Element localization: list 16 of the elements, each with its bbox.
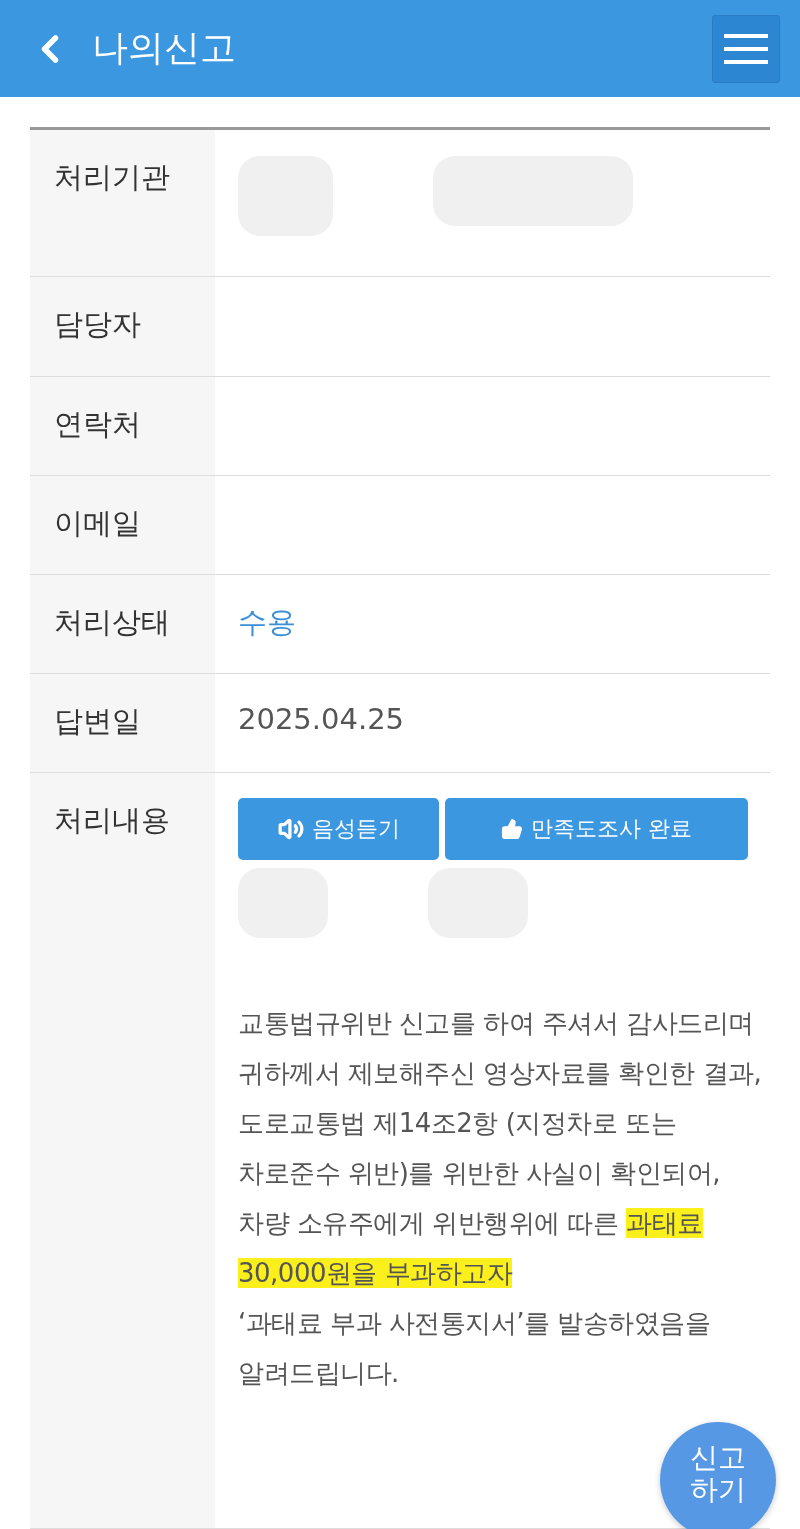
date-value: 2025.04.25: [238, 702, 406, 736]
menu-button[interactable]: [712, 14, 780, 83]
row-label-cell: 처리내용: [30, 773, 215, 1528]
speaker-icon: [277, 816, 304, 842]
thumbs-up-icon: [501, 818, 523, 840]
row-label-cell: 답변일: [30, 674, 215, 772]
row-label-cell: 처리기관: [30, 130, 215, 276]
row-label-cell: 담당자: [30, 277, 215, 376]
row-label-cell: 연락처: [30, 377, 215, 475]
report-button[interactable]: 신고 하기: [660, 1422, 776, 1529]
row-label-cell: 이메일: [30, 476, 215, 574]
survey-button[interactable]: 만족도조사 완료: [445, 798, 748, 860]
listen-button[interactable]: 음성듣기: [238, 798, 439, 860]
page-title: 나의신고: [92, 26, 237, 70]
status-value: 수용: [238, 604, 297, 641]
row-label-cell: 처리상태: [30, 575, 215, 673]
